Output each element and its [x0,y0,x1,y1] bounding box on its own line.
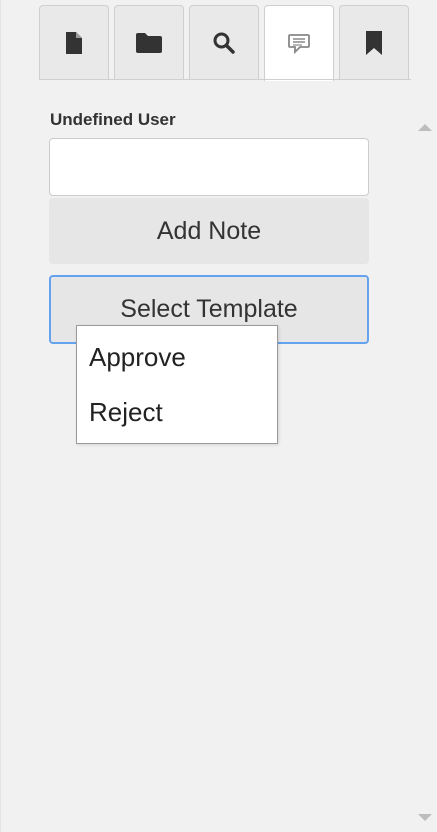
menu-item-approve[interactable]: Approve [89,342,186,373]
comment-icon [288,33,310,54]
tab-search[interactable] [189,5,259,79]
scroll-up-arrow-icon[interactable] [418,124,432,131]
tab-divider [39,79,411,80]
user-label: Undefined User [50,110,176,129]
tab-bookmarks[interactable] [339,5,409,79]
tab-document[interactable] [39,5,109,79]
menu-item-reject[interactable]: Reject [89,397,163,428]
bookmark-icon [366,30,382,55]
tab-folder[interactable] [114,5,184,79]
search-icon [213,32,235,54]
vertical-scrollbar[interactable] [412,110,436,832]
notes-panel: Undefined User Add Note Select Template … [0,0,437,832]
folder-icon [136,32,162,53]
template-dropdown-menu: Approve Reject [76,325,278,444]
document-icon [66,31,82,54]
note-input[interactable] [49,138,369,196]
add-note-button[interactable]: Add Note [49,198,369,264]
tab-comments[interactable] [264,5,334,81]
scroll-down-arrow-icon[interactable] [418,814,432,821]
